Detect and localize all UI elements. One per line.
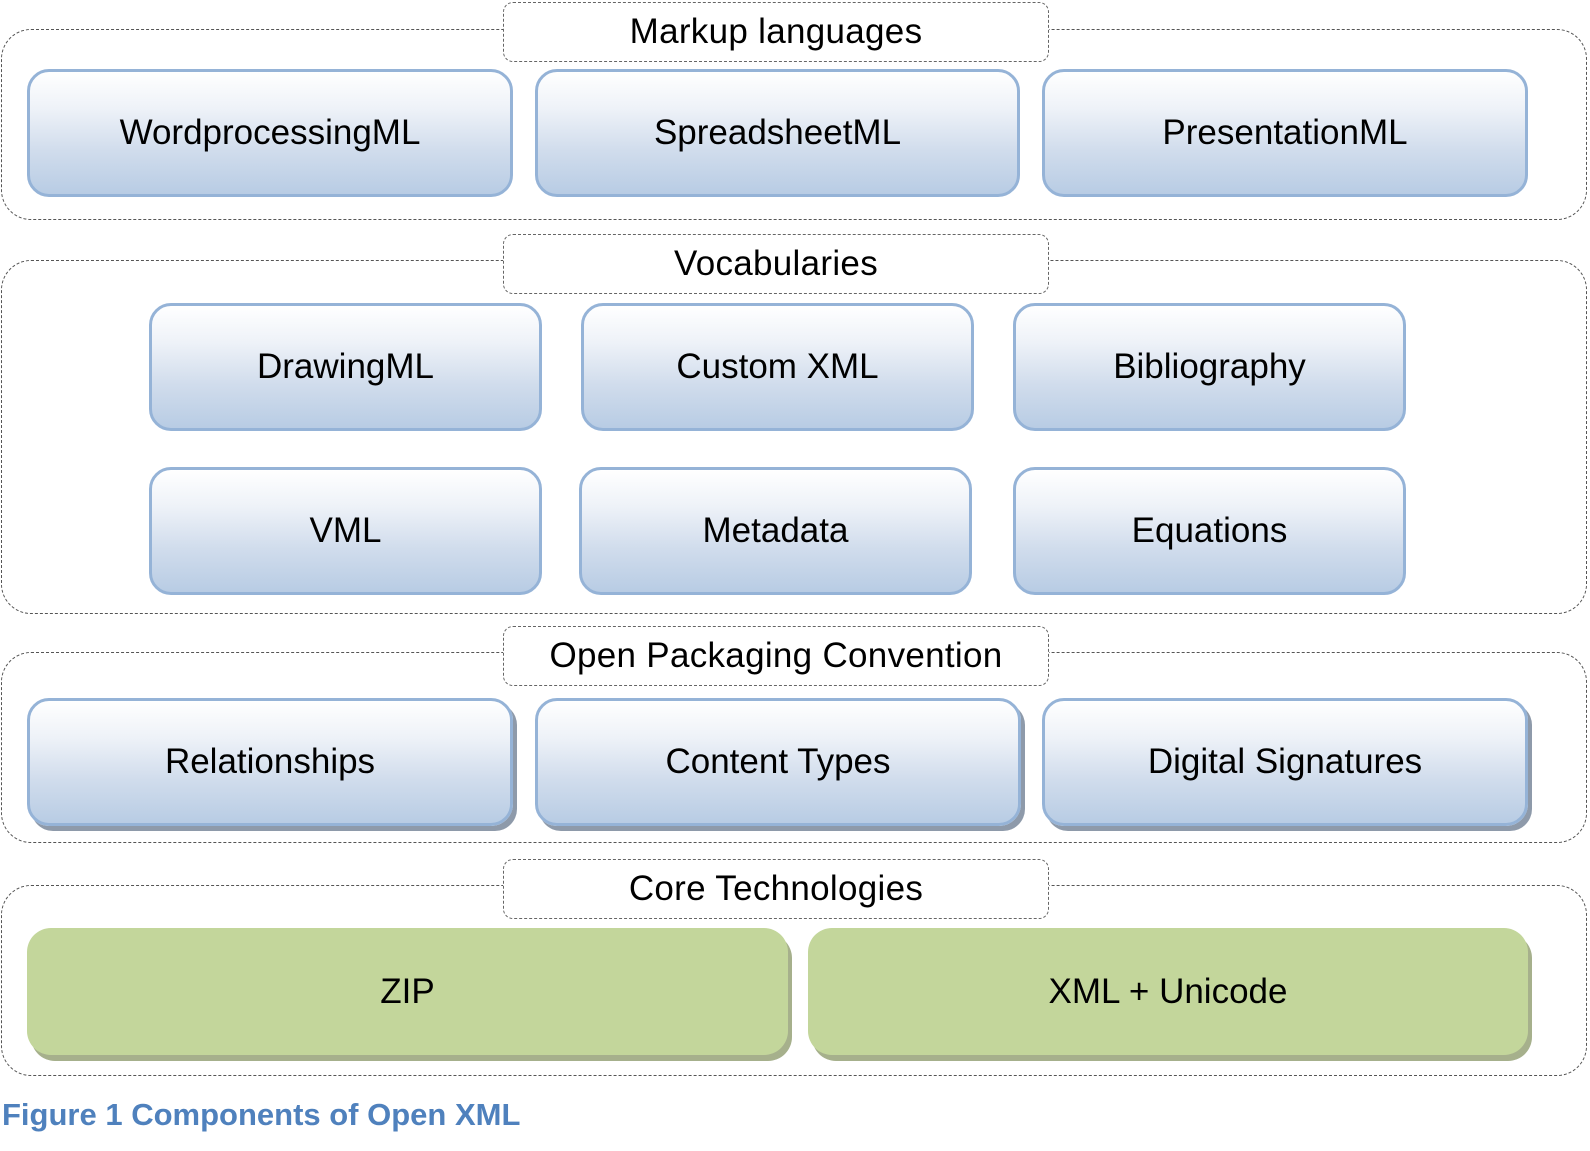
box-spreadsheetml: SpreadsheetML — [535, 69, 1020, 197]
box-digital-signatures: Digital Signatures — [1042, 698, 1528, 826]
box-metadata: Metadata — [579, 467, 972, 595]
box-presentationml: PresentationML — [1042, 69, 1528, 197]
figure-caption: Figure 1 Components of Open XML — [2, 1097, 521, 1132]
box-bibliography: Bibliography — [1013, 303, 1406, 431]
box-vml: VML — [149, 467, 542, 595]
layer-title-vocabularies: Vocabularies — [503, 234, 1049, 294]
layer-title-markup-languages: Markup languages — [503, 2, 1049, 62]
box-relationships: Relationships — [27, 698, 513, 826]
box-xml-unicode: XML + Unicode — [808, 928, 1528, 1055]
layer-title-open-packaging-convention: Open Packaging Convention — [503, 626, 1049, 686]
box-drawingml: DrawingML — [149, 303, 542, 431]
box-wordprocessingml: WordprocessingML — [27, 69, 513, 197]
box-custom-xml: Custom XML — [581, 303, 974, 431]
box-equations: Equations — [1013, 467, 1406, 595]
layer-title-core-technologies: Core Technologies — [503, 859, 1049, 919]
open-xml-diagram: Markup languages WordprocessingML Spread… — [0, 0, 1590, 1151]
box-content-types: Content Types — [535, 698, 1021, 826]
box-zip: ZIP — [27, 928, 788, 1055]
